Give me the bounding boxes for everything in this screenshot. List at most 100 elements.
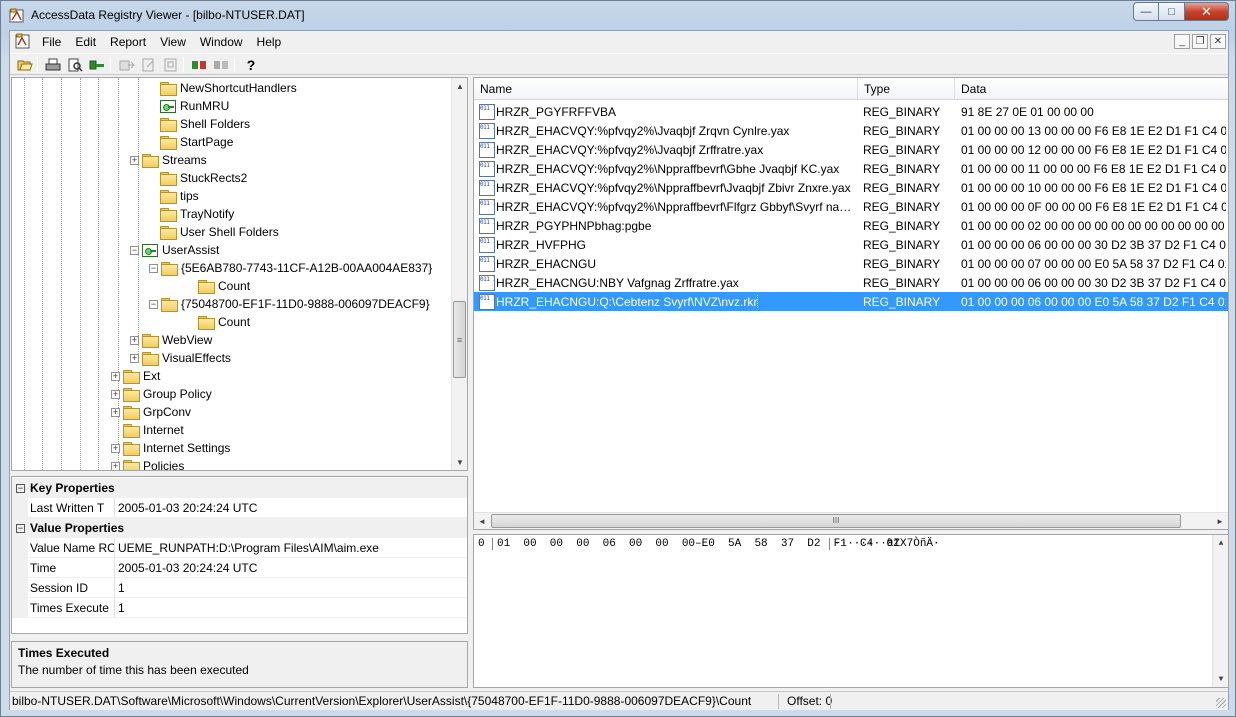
property-value[interactable]: 2005-01-03 20:24:24 UTC: [115, 501, 257, 515]
tree-item[interactable]: NewShortcutHandlers: [148, 79, 297, 97]
tree-item[interactable]: Shell Folders: [148, 115, 250, 133]
mdi-close-button[interactable]: ✕: [1210, 34, 1226, 49]
expand-icon[interactable]: +: [111, 443, 120, 453]
expand-icon[interactable]: +: [111, 389, 120, 399]
tree-item[interactable]: RunMRU: [148, 97, 229, 115]
print-preview-icon[interactable]: [66, 56, 84, 73]
collapse-toggle-icon[interactable]: −: [16, 483, 25, 493]
list-row[interactable]: 011 110HRZR_PGYFRFFVBA REG_BINARY 91 8E 27…: [474, 102, 1228, 121]
property-value[interactable]: 1: [115, 601, 125, 615]
list-row[interactable]: 011 110HRZR_EHACVQY:%pfvqy2%\Nppraffbevr…: [474, 178, 1228, 197]
property-value[interactable]: 2005-01-03 20:24:24 UTC: [115, 561, 257, 575]
remove-key-icon[interactable]: [212, 56, 230, 73]
tree-item[interactable]: TrayNotify: [148, 205, 234, 223]
tree-item[interactable]: − {5E6AB780-7743-11CF-A12B-00AA004AE837}: [149, 259, 432, 277]
tree-item[interactable]: + Group Policy: [111, 385, 212, 403]
menu-item-view[interactable]: View: [153, 34, 193, 50]
maximize-button[interactable]: □: [1159, 2, 1185, 21]
document-icon[interactable]: [14, 33, 32, 50]
menu-item-help[interactable]: Help: [250, 34, 289, 50]
property-row[interactable]: Time 2005-01-03 20:24:24 UTC: [12, 558, 467, 578]
expand-icon[interactable]: +: [111, 461, 120, 470]
open-icon[interactable]: [16, 56, 34, 73]
tree-item[interactable]: Internet: [111, 421, 184, 439]
list-horizontal-scrollbar[interactable]: ◄ III ►: [474, 512, 1228, 529]
menu-item-file[interactable]: File: [35, 34, 68, 50]
list-row[interactable]: 011 110HRZR_PGYPHNPbhag:pgbe REG_BINARY 01…: [474, 216, 1228, 235]
tree-item[interactable]: Count: [186, 277, 250, 295]
tree-item[interactable]: + WebView: [130, 331, 212, 349]
resize-grip-icon[interactable]: [1216, 698, 1226, 708]
collapse-icon[interactable]: −: [130, 245, 139, 255]
tree-vertical-scrollbar[interactable]: ▲ ≡ ▼: [451, 78, 467, 470]
column-header-name[interactable]: Name: [474, 78, 858, 100]
values-list[interactable]: Name Type Data 011 110HRZR_PGYFRFFVBAREG…: [473, 77, 1229, 530]
expand-icon[interactable]: +: [130, 335, 139, 345]
scroll-thumb[interactable]: III: [491, 514, 1181, 528]
tree-item[interactable]: tips: [148, 187, 199, 205]
scroll-up-icon[interactable]: ▲: [1213, 535, 1229, 551]
add-key-icon[interactable]: [190, 56, 208, 73]
hex-viewer[interactable]: 0 01 00 00 00 06 00 00 00–E0 5A 58 37 D2…: [473, 534, 1229, 688]
scroll-up-icon[interactable]: ▲: [452, 78, 467, 94]
tree-item[interactable]: + Internet Settings: [111, 439, 230, 457]
export-all-icon[interactable]: [140, 56, 158, 73]
registry-tree[interactable]: NewShortcutHandlers RunMRU Shell Folders St…: [11, 77, 468, 471]
key-properties-header[interactable]: − Key Properties: [12, 478, 467, 498]
title-bar[interactable]: AccessData Registry Viewer - [bilbo-NTUS…: [1, 1, 1235, 30]
collapse-toggle-icon[interactable]: −: [16, 523, 25, 533]
column-header-type[interactable]: Type: [858, 78, 955, 100]
expand-icon[interactable]: +: [130, 155, 139, 165]
property-row[interactable]: Value Name RO UEME_RUNPATH:D:\Program Fil…: [12, 538, 467, 558]
tree-item[interactable]: StartPage: [148, 133, 233, 151]
tree-item[interactable]: + Policies: [111, 457, 184, 470]
close-button[interactable]: ✕: [1185, 2, 1229, 21]
menu-item-window[interactable]: Window: [193, 34, 250, 50]
expand-icon[interactable]: +: [111, 407, 120, 417]
property-row[interactable]: Last Written T 2005-01-03 20:24:24 UTC: [12, 498, 467, 518]
tree-item[interactable]: Count: [186, 313, 250, 331]
help-icon[interactable]: ?: [242, 56, 260, 73]
hex-vertical-scrollbar[interactable]: ▲ ▼: [1212, 535, 1228, 687]
tree-item[interactable]: − UserAssist: [130, 241, 219, 259]
menu-item-report[interactable]: Report: [103, 34, 153, 50]
scroll-down-icon[interactable]: ▼: [452, 454, 467, 470]
scroll-right-icon[interactable]: ►: [1212, 513, 1228, 529]
tree-item[interactable]: + GrpConv: [111, 403, 191, 421]
mdi-minimize-button[interactable]: _: [1174, 34, 1190, 49]
property-row[interactable]: Session ID 1: [12, 578, 467, 598]
value-properties-header[interactable]: − Value Properties: [12, 518, 467, 538]
expand-icon[interactable]: +: [130, 353, 139, 363]
tree-item[interactable]: User Shell Folders: [148, 223, 279, 241]
connect-icon[interactable]: [88, 56, 106, 73]
list-row[interactable]: 011 110HRZR_EHACNGU REG_BINARY 01 00 00 00…: [474, 254, 1228, 273]
list-row[interactable]: 011 110HRZR_EHACVQY:%pfvqy2%\Nppraffbevr…: [474, 197, 1228, 216]
property-row[interactable]: Times Execute 1: [12, 598, 467, 618]
column-header-data[interactable]: Data: [955, 78, 1228, 100]
scroll-left-icon[interactable]: ◄: [474, 513, 490, 529]
scroll-down-icon[interactable]: ▼: [1213, 671, 1229, 687]
list-row[interactable]: 011 110HRZR_EHACVQY:%pfvqy2%\Nppraffbevr…: [474, 159, 1228, 178]
list-row[interactable]: 011 110HRZR_HVFPHG REG_BINARY 01 00 00 00 …: [474, 235, 1228, 254]
mdi-restore-button[interactable]: ❐: [1192, 34, 1208, 49]
minimize-button[interactable]: —: [1133, 2, 1159, 21]
export-icon[interactable]: [118, 56, 136, 73]
scroll-thumb[interactable]: ≡: [453, 301, 466, 378]
properties-grid[interactable]: − Key Properties Last Written T 2005-01-0…: [11, 476, 468, 634]
expand-icon[interactable]: +: [111, 371, 120, 381]
tree-item[interactable]: StuckRects2: [148, 169, 247, 187]
list-row[interactable]: 011 110HRZR_EHACNGU:NBY Vafgnag Zrffratr…: [474, 273, 1228, 292]
list-row[interactable]: 011 110HRZR_EHACVQY:%pfvqy2%\Jvaqbjf Zrf…: [474, 140, 1228, 159]
property-value[interactable]: UEME_RUNPATH:D:\Program Files\AIM\aim.ex…: [115, 541, 379, 555]
tree-item[interactable]: + VisualEffects: [130, 349, 231, 367]
properties-icon[interactable]: [162, 56, 180, 73]
tree-item[interactable]: + Ext: [111, 367, 160, 385]
menu-item-edit[interactable]: Edit: [68, 34, 103, 50]
tree-item[interactable]: − {75048700-EF1F-11D0-9888-006097DEACF9}: [149, 295, 430, 313]
list-row[interactable]: 011 110HRZR_EHACNGU:Q:\Cebtenz Svyrf\NVZ…: [474, 292, 1228, 311]
tree-item[interactable]: + Streams: [130, 151, 207, 169]
print-icon[interactable]: [44, 56, 62, 73]
collapse-icon[interactable]: −: [149, 299, 158, 309]
property-value[interactable]: 1: [115, 581, 125, 595]
list-row[interactable]: 011 110HRZR_EHACVQY:%pfvqy2%\Jvaqbjf Zrq…: [474, 121, 1228, 140]
